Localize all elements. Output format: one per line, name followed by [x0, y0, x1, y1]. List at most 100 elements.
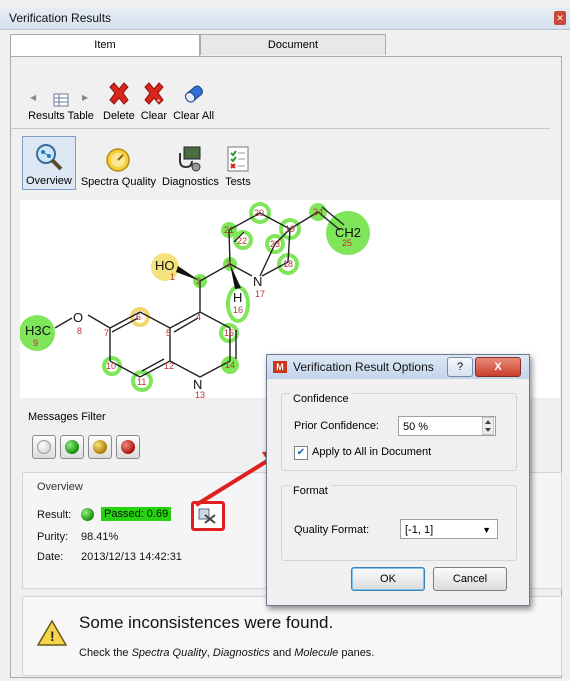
purity-label: Purity:: [37, 531, 69, 543]
dialog-close-button[interactable]: X: [475, 357, 521, 377]
diagnostics-link[interactable]: Diagnostics: [213, 647, 270, 659]
atom-number-7: 7: [104, 328, 109, 338]
yellow-dot-icon: [93, 440, 107, 454]
atom-number-22: 22: [237, 236, 247, 246]
atom-number-13: 13: [195, 390, 205, 398]
window-title: Verification Results: [9, 11, 112, 25]
result-value: Passed: 0.69: [101, 507, 172, 521]
delete-x-icon: [109, 82, 129, 105]
date-value: 2013/12/13 14:42:31: [81, 551, 182, 563]
filter-yellow-button[interactable]: [88, 435, 112, 459]
confidence-group-label: Confidence: [290, 393, 352, 405]
results-toolbar: ◀ ▶ Results Table Delete * Clear Clear A…: [24, 72, 217, 124]
magnifier-molecule-icon: [35, 144, 63, 171]
atom-number-14: 14: [225, 360, 235, 370]
warning-icon: !: [37, 619, 67, 646]
atom-number-4: 4: [196, 312, 201, 322]
verification-result-options-dialog: M Verification Result Options ? X Confid…: [266, 354, 530, 606]
atom-number-11: 11: [137, 377, 146, 387]
red-dot-icon: [121, 440, 135, 454]
dialog-help-button[interactable]: ?: [447, 357, 473, 377]
filter-red-button[interactable]: [116, 435, 140, 459]
window-close-icon[interactable]: ✕: [554, 11, 566, 25]
quality-format-label: Quality Format:: [294, 524, 370, 536]
delete-button[interactable]: Delete: [100, 79, 138, 124]
atom-number-8: 8: [77, 326, 82, 336]
diagnostics-button[interactable]: Diagnostics: [159, 138, 222, 190]
apply-all-label: Apply to All in Document: [312, 446, 432, 458]
filter-white-button[interactable]: [32, 435, 56, 459]
title-bar: Verification Results ✕: [0, 7, 570, 30]
diagnostics-label: Diagnostics: [162, 176, 219, 188]
overview-label: Overview: [26, 175, 72, 187]
nav-right-icon[interactable]: ▶: [82, 93, 88, 102]
gauge-icon: [106, 148, 131, 172]
tab-item[interactable]: Item: [10, 34, 200, 57]
atom-number-2: 2: [196, 276, 201, 286]
delete-label: Delete: [103, 110, 135, 122]
clear-label: Clear: [140, 110, 168, 122]
svg-text:*: *: [157, 98, 160, 107]
green-dot-icon: [65, 440, 79, 454]
atom-number-17: 17: [255, 289, 265, 299]
spectra-quality-link[interactable]: Spectra Quality: [132, 647, 207, 659]
prior-confidence-label: Prior Confidence:: [294, 420, 379, 432]
atom-number-24: 24: [313, 207, 323, 217]
quality-format-value: [-1, 1]: [405, 524, 434, 536]
quality-format-select[interactable]: [-1, 1] ▼: [400, 519, 498, 539]
format-group-label: Format: [290, 485, 331, 497]
results-table-button[interactable]: ◀ ▶ Results Table: [24, 91, 98, 124]
atom-h3c-label: H3C: [25, 323, 51, 338]
svg-text:!: !: [50, 628, 55, 644]
clear-button[interactable]: * Clear: [138, 79, 170, 124]
result-status-icon: [81, 508, 94, 521]
overview-heading: Overview: [37, 481, 83, 493]
warning-box: ! Some inconsistences were found. Check …: [22, 596, 562, 676]
atom-number-16: 16: [233, 305, 243, 315]
spectra-quality-button[interactable]: Spectra Quality: [78, 138, 159, 190]
clear-all-button[interactable]: Clear All: [170, 79, 217, 124]
atom-number-20: 20: [254, 208, 264, 218]
warning-detail-and: and: [269, 647, 295, 659]
tab-strip: Item Document: [10, 34, 553, 57]
atom-number-21: 21: [224, 225, 234, 235]
result-options-button[interactable]: [191, 501, 225, 531]
atom-number-23: 23: [270, 239, 280, 249]
apply-all-checkbox[interactable]: ✔: [294, 446, 308, 460]
tests-label: Tests: [225, 176, 251, 188]
stethoscope-icon: [179, 146, 201, 172]
format-group: Format Quality Format: [-1, 1] ▼: [281, 485, 517, 561]
atom-number-5: 5: [166, 328, 171, 338]
filter-green-button[interactable]: [60, 435, 84, 459]
bonds: [54, 206, 345, 378]
atom-number-3: 3: [226, 259, 231, 269]
date-label: Date:: [37, 551, 64, 563]
molecule-link[interactable]: Molecule: [294, 647, 338, 659]
warning-detail: Check the Spectra Quality, Diagnostics a…: [79, 647, 374, 659]
atom-number-12: 12: [164, 361, 174, 371]
clear-x-icon: *: [144, 82, 164, 107]
tests-checklist-icon: [227, 146, 249, 172]
dialog-title-bar: M Verification Result Options ? X: [267, 355, 529, 379]
atom-number-10: 10: [106, 361, 116, 371]
messages-filter-label: Messages Filter: [28, 411, 106, 423]
atom-ho-label: HO: [155, 258, 175, 273]
verification-results-window: Verification Results ✕ Item Document ◀ ▶…: [0, 0, 570, 681]
tab-document[interactable]: Document: [200, 34, 386, 55]
spin-arrows-icon[interactable]: [482, 417, 494, 435]
warning-detail-prefix: Check the: [79, 647, 132, 659]
clear-all-label: Clear All: [173, 110, 215, 122]
app-logo-icon: M: [273, 361, 287, 373]
chevron-down-icon: ▼: [482, 525, 491, 535]
nav-left-icon[interactable]: ◀: [30, 93, 36, 102]
overview-button[interactable]: Overview: [22, 136, 76, 190]
cancel-button[interactable]: Cancel: [433, 567, 507, 591]
ok-button[interactable]: OK: [351, 567, 425, 591]
atom-number-15: 15: [224, 328, 234, 338]
warning-detail-suffix: panes.: [338, 647, 375, 659]
atom-number-1: 1: [170, 272, 175, 282]
toolbar-divider: [10, 128, 550, 129]
atom-number-9: 9: [33, 338, 38, 348]
tests-button[interactable]: Tests: [222, 138, 254, 190]
atom-n17-label: N: [253, 274, 262, 289]
